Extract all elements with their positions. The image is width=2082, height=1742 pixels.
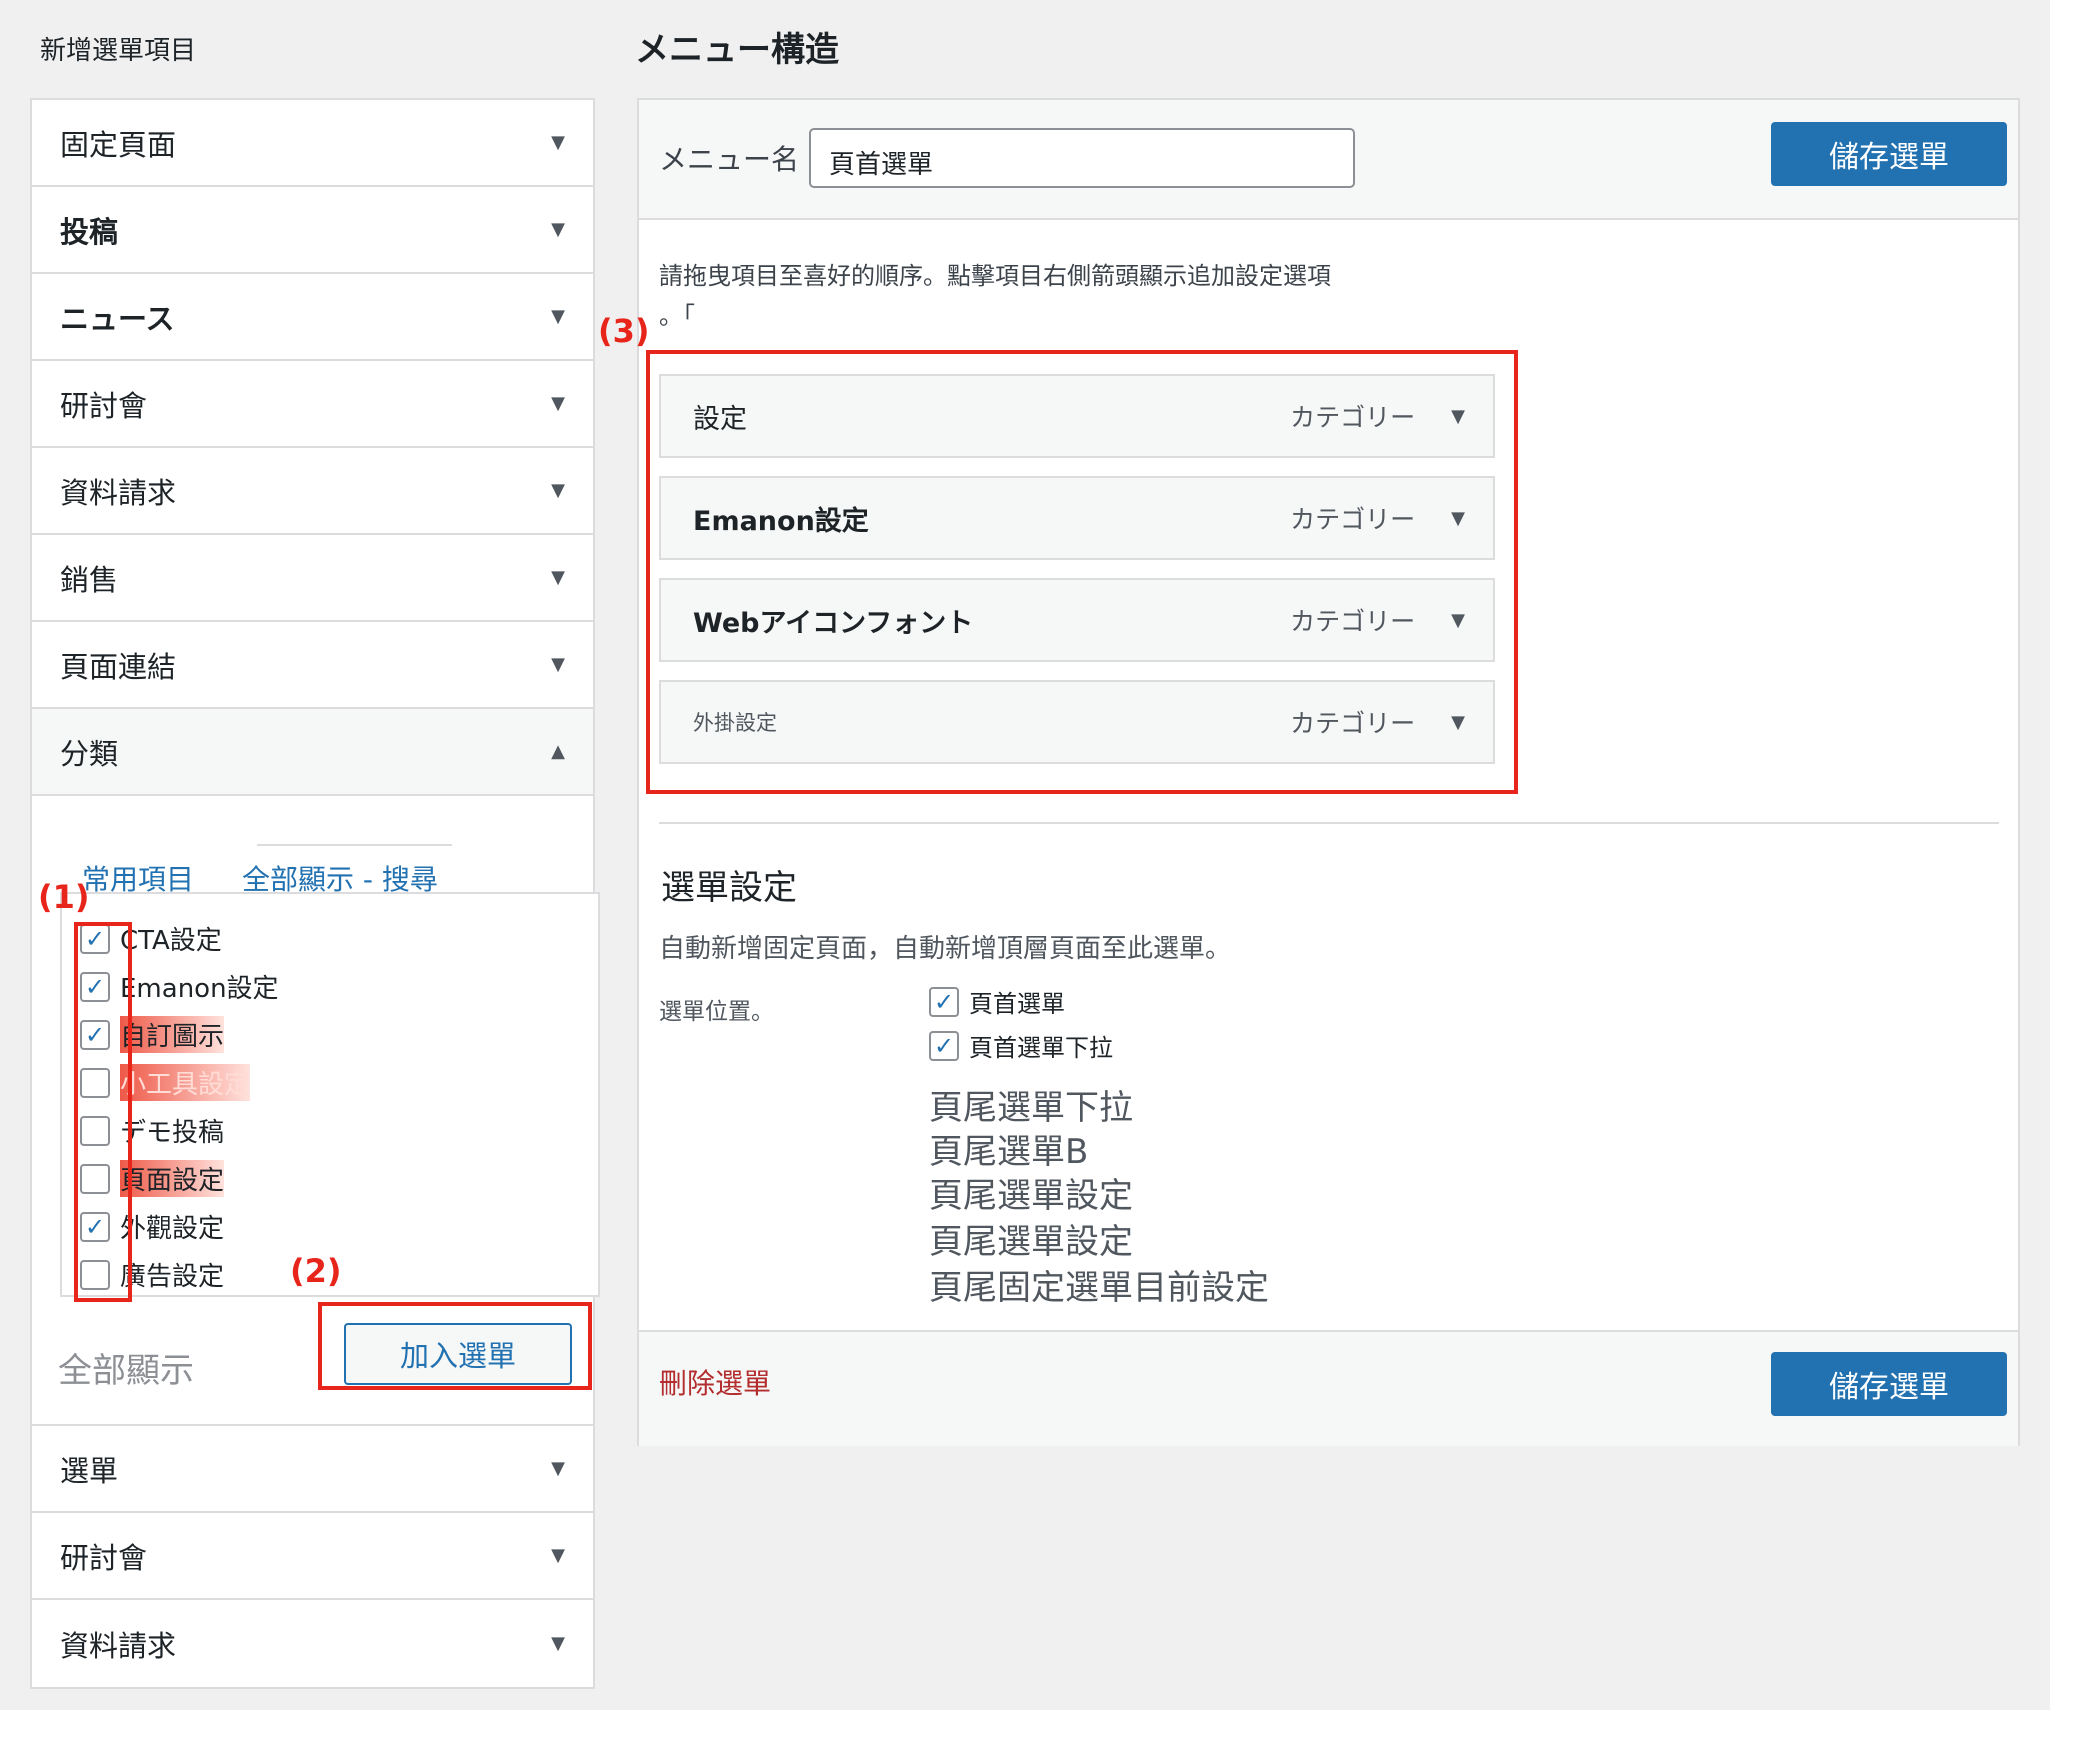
chevron-up-icon[interactable]: ▲ <box>551 741 565 762</box>
category-label: 外觀設定 <box>120 1214 225 1244</box>
location-option[interactable]: 頁首選單下拉 <box>929 1028 1113 1063</box>
location-checkbox[interactable] <box>929 1030 959 1061</box>
accordion-label: 投稿 <box>60 214 119 249</box>
accordion-label: 研討會 <box>60 388 148 423</box>
select-all-link[interactable]: 全部顯示 <box>58 1343 194 1392</box>
chevron-down-icon[interactable]: ▼ <box>551 1633 565 1654</box>
category-label: Emanon設定 <box>120 974 279 1004</box>
instructions-line: 。「 <box>659 302 695 330</box>
save-menu-button-bottom[interactable]: 儲存選單 <box>1771 1352 2007 1416</box>
menu-header: メニュー名 頁首選單 儲存選單 <box>639 100 2018 220</box>
location-text: 頁尾固定選單目前設定 <box>929 1268 1269 1308</box>
annotation-label-2: (2) <box>290 1252 342 1290</box>
chevron-down-icon[interactable]: ▼ <box>551 567 565 588</box>
accordion-posts[interactable]: 投稿 ▼ <box>32 187 593 274</box>
menu-structure-heading: メニュー構造 <box>635 30 839 70</box>
chevron-down-icon[interactable]: ▼ <box>551 219 565 240</box>
category-label: CTA設定 <box>120 926 222 956</box>
location-text: 頁尾選單設定 <box>929 1222 1133 1262</box>
accordion-label: 頁面連結 <box>60 649 177 684</box>
category-label: 廣告設定 <box>120 1262 225 1292</box>
chevron-down-icon[interactable]: ▼ <box>551 654 565 675</box>
location-label: 頁首選單 <box>969 990 1065 1018</box>
annotation-label-3: (3) <box>598 312 650 350</box>
accordion-label: 研討會 <box>60 1540 148 1575</box>
add-menu-items-panel: 固定頁面 ▼ 投稿 ▼ ニュース ▼ 研討會 ▼ 資料請求 ▼ 銷售 ▼ 頁面連… <box>30 98 600 1689</box>
location-text: 頁尾選單設定 <box>929 1176 1133 1216</box>
location-label: 頁首選單下拉 <box>969 1034 1113 1062</box>
category-label: 自訂圖示 <box>120 1016 225 1053</box>
accordion-seminar[interactable]: 研討會 ▼ <box>32 361 593 448</box>
chevron-down-icon[interactable]: ▼ <box>551 1458 565 1479</box>
drag-instructions: 請拖曳項目至喜好的順序。點擊項目右側箭頭顯示追加設定選項 。「 <box>659 256 1331 336</box>
chevron-down-icon[interactable]: ▼ <box>551 132 565 153</box>
accordion-label: 資料請求 <box>60 1628 177 1663</box>
add-menu-items-heading: 新增選單項目 <box>40 36 197 66</box>
accordion-label: 資料請求 <box>60 475 177 510</box>
accordion-seminar-2[interactable]: 研討會 ▼ <box>32 1513 593 1600</box>
accordion-label: 選單 <box>60 1453 119 1488</box>
accordion-label: ニュース <box>60 301 175 336</box>
menu-name-label: メニュー名 <box>659 143 800 176</box>
delete-menu-link[interactable]: 刪除選單 <box>659 1362 771 1402</box>
chevron-down-icon[interactable]: ▼ <box>551 480 565 501</box>
menu-name-input[interactable]: 頁首選單 <box>809 128 1355 188</box>
location-text: 頁尾選單下拉 <box>929 1088 1133 1128</box>
accordion-menu[interactable]: 選單 ▼ <box>32 1426 593 1513</box>
location-option[interactable]: 頁首選單 <box>929 984 1065 1019</box>
category-label: デモ投稿 <box>120 1118 225 1148</box>
location-text: 頁尾選單B <box>929 1132 1089 1172</box>
accordion-sales[interactable]: 銷售 ▼ <box>32 535 593 622</box>
accordion-label: 固定頁面 <box>60 127 177 162</box>
accordion-document-request-2[interactable]: 資料請求 ▼ <box>32 1600 593 1687</box>
chevron-down-icon[interactable]: ▼ <box>551 393 565 414</box>
annotation-label-1: (1) <box>38 878 90 916</box>
instructions-line: 請拖曳項目至喜好的順序。點擊項目右側箭頭顯示追加設定選項 <box>659 262 1331 290</box>
menu-settings-title: 選單設定 <box>661 868 797 908</box>
tab-divider <box>257 844 452 846</box>
annotation-box-checkboxes <box>74 922 132 1302</box>
accordion-document-request[interactable]: 資料請求 ▼ <box>32 448 593 535</box>
accordion-label: 分類 <box>60 736 119 771</box>
location-checkbox[interactable] <box>929 986 959 1017</box>
chevron-down-icon[interactable]: ▼ <box>551 306 565 327</box>
category-label: 頁面設定 <box>120 1160 225 1197</box>
accordion-custom-links[interactable]: 頁面連結 ▼ <box>32 622 593 709</box>
menu-location-label: 選單位置。 <box>659 999 774 1025</box>
annotation-box-add-button <box>318 1302 592 1390</box>
auto-add-pages-text: 自動新增固定頁面，自動新增頂層頁面至此選單。 <box>659 934 1232 964</box>
section-divider <box>659 822 1999 824</box>
accordion-label: 銷售 <box>60 562 119 597</box>
annotation-box-menu-items <box>646 350 1518 794</box>
category-label: 小工具設定 <box>120 1064 251 1101</box>
accordion-news[interactable]: ニュース ▼ <box>32 274 593 361</box>
accordion-categories[interactable]: 分類 ▲ <box>32 709 593 796</box>
accordion-pages[interactable]: 固定頁面 ▼ <box>32 100 593 187</box>
save-menu-button-top[interactable]: 儲存選單 <box>1771 122 2007 186</box>
chevron-down-icon[interactable]: ▼ <box>551 1545 565 1566</box>
